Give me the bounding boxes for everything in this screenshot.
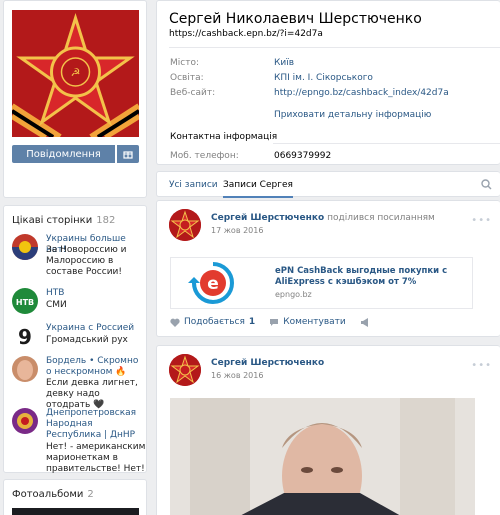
list-item[interactable]: Украины больше нет! За Новороссию и Мало… (12, 234, 142, 278)
page-description: За Новороссию и Малороссию в составе Рос… (46, 245, 127, 277)
page-description: СМИ (46, 300, 67, 310)
post-action-text: поділився посиланням (327, 213, 435, 223)
comment-label: Коментувати (283, 317, 346, 327)
page-name[interactable]: Бордель • Скромно о нескромном 🔥 (46, 356, 146, 378)
album-thumbnail[interactable] (12, 508, 139, 515)
comment-icon (270, 318, 279, 326)
post-menu-button[interactable]: ••• (471, 215, 492, 226)
wall-search-button[interactable] (481, 179, 492, 193)
page-description: Громадський рух (46, 335, 128, 345)
interesting-pages-header[interactable]: Цікаві сторінки 182 (12, 215, 115, 226)
comment-button[interactable]: Коментувати (269, 317, 346, 327)
like-button[interactable]: Подобається 1 (170, 317, 255, 327)
education-label: Освіта: (170, 73, 204, 83)
list-item[interactable]: Днепропетровская Народная Республика | Д… (12, 408, 145, 485)
message-button[interactable]: Повідомлення (12, 145, 115, 163)
tab-own-posts[interactable]: Записи Сергея (223, 172, 293, 198)
post-photo[interactable] (170, 398, 475, 515)
list-item[interactable]: НТВ НТВ СМИ (12, 288, 142, 316)
photo-albums-card: Фотоальбоми 2 (3, 479, 147, 515)
heart-icon (170, 318, 180, 327)
page-description: Если девка лигнет, девку надо отодрать 🖤 (46, 378, 138, 410)
page-name[interactable]: НТВ (46, 288, 146, 299)
phone-value: 0669379992 (274, 151, 332, 161)
page-avatar (12, 356, 38, 382)
city-value[interactable]: Київ (274, 58, 294, 68)
photo-albums-count: 2 (87, 489, 94, 500)
interesting-pages-title: Цікаві сторінки (12, 215, 93, 226)
post-menu-button[interactable]: ••• (471, 360, 492, 371)
snippet-domain: epngo.bz (275, 290, 312, 299)
list-item[interactable]: 9 Украина с Россией Громадський рух (12, 323, 142, 351)
gift-icon (123, 151, 133, 159)
search-icon (481, 179, 492, 190)
snippet-title[interactable]: ePN CashBack выгодные покупки с AliExpre… (275, 266, 465, 288)
more-icon: ••• (471, 360, 492, 371)
website-value[interactable]: http://epngo.bz/cashback_index/42d7a (274, 88, 449, 98)
tab-all-posts[interactable]: Усі записи (169, 172, 218, 198)
interesting-pages-count: 182 (96, 215, 116, 226)
page-avatar: 9 (12, 323, 38, 349)
page-name[interactable]: Днепропетровская Народная Республика | Д… (46, 408, 146, 441)
education-value[interactable]: КПІ ім. І. Сікорського (274, 73, 373, 83)
contact-info-title: Контактна інформація (170, 132, 278, 142)
page-avatar: НТВ (12, 288, 38, 314)
phone-label: Моб. телефон: (170, 151, 239, 161)
interesting-pages-card: Цікаві сторінки 182 Украины больше нет! З… (3, 205, 147, 485)
wall-post: Сергей Шерстюченко 16 жов 2016 ••• (156, 345, 500, 515)
post-author-avatar[interactable] (169, 354, 201, 386)
profile-avatar-card: ☭ Повідомлення (3, 0, 147, 198)
page-name[interactable]: Украина с Россией (46, 323, 146, 334)
post-date[interactable]: 17 жов 2016 (211, 226, 263, 235)
list-item[interactable]: Бордель • Скромно о нескромном 🔥 Если де… (12, 356, 142, 410)
page-avatar (12, 408, 38, 434)
photo-albums-title: Фотоальбоми (12, 489, 84, 500)
share-button[interactable] (360, 317, 371, 327)
wall-post: Сергей Шерстюченко поділився посиланням 1… (156, 200, 500, 337)
like-label: Подобається (184, 317, 245, 327)
epn-logo: e (185, 260, 241, 306)
profile-name: Сергей Николаевич Шерстюченко (169, 11, 422, 27)
post-author-line: Сергей Шерстюченко (211, 358, 324, 368)
profile-photo[interactable]: ☭ (12, 10, 139, 137)
hide-details-link[interactable]: Приховати детальну інформацію (274, 110, 431, 120)
link-snippet[interactable]: e ePN CashBack выгодные покупки с AliExp… (170, 257, 473, 309)
website-label: Веб-сайт: (170, 88, 216, 98)
photo-albums-header[interactable]: Фотоальбоми 2 (12, 489, 94, 500)
like-count: 1 (248, 317, 256, 327)
post-author-avatar[interactable] (169, 209, 201, 241)
divider (169, 47, 500, 48)
divider (273, 143, 500, 144)
profile-status: https://cashback.epn.bz/?i=42d7a (169, 29, 323, 39)
profile-info-card: Сергей Николаевич Шерстюченко https://ca… (156, 0, 500, 165)
post-author-line: Сергей Шерстюченко поділився посиланням (211, 213, 435, 223)
megaphone-icon (360, 317, 368, 327)
wall-tabs: Усі записи Записи Сергея (156, 171, 500, 198)
post-author-name[interactable]: Сергей Шерстюченко (211, 213, 324, 223)
more-icon: ••• (471, 215, 492, 226)
city-label: Місто: (170, 58, 199, 68)
svg-text:НТВ: НТВ (16, 298, 34, 307)
gift-button[interactable] (117, 145, 139, 163)
post-author-name[interactable]: Сергей Шерстюченко (211, 358, 324, 368)
svg-text:☭: ☭ (71, 66, 81, 79)
page-avatar (12, 234, 38, 260)
post-date[interactable]: 16 жов 2016 (211, 371, 263, 380)
post-actions: Подобається 1 Коментувати (170, 317, 385, 327)
svg-text:9: 9 (18, 325, 32, 349)
svg-text:e: e (207, 274, 219, 294)
